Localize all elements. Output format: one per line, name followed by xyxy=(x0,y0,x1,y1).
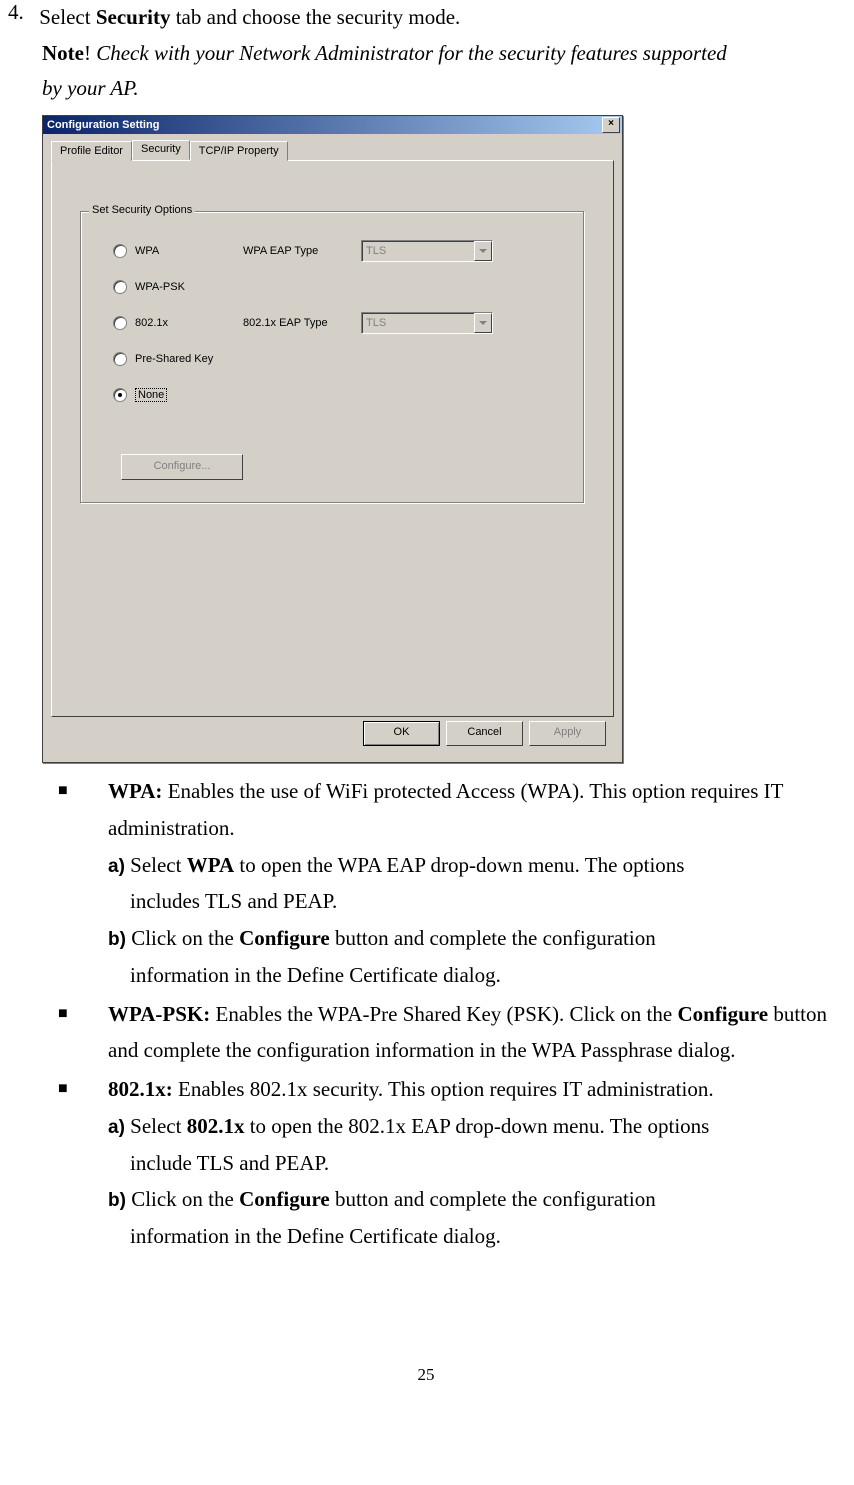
bullet-icon: ■ xyxy=(58,1071,108,1255)
tab-security[interactable]: Security xyxy=(132,140,190,160)
group-title: Set Security Options xyxy=(89,204,195,216)
radio-wpapsk[interactable] xyxy=(113,280,127,294)
cancel-button[interactable]: Cancel xyxy=(446,721,523,746)
radio-none-row[interactable]: None xyxy=(113,388,167,402)
radio-8021x-label: 802.1x xyxy=(135,317,168,329)
radio-none-label: None xyxy=(135,388,167,402)
configure-button: Configure... xyxy=(121,454,243,480)
radio-8021x-row[interactable]: 802.1x xyxy=(113,316,168,330)
radio-wpa[interactable] xyxy=(113,244,127,258)
radio-wpa-row[interactable]: WPA xyxy=(113,244,159,258)
radio-psk-label: Pre-Shared Key xyxy=(135,353,213,365)
wpa-eap-value: TLS xyxy=(362,245,474,257)
tab-panel: Set Security Options WPA WPA EAP Type TL… xyxy=(51,160,614,717)
tab-profile-editor[interactable]: Profile Editor xyxy=(51,141,132,161)
bullet-icon: ■ xyxy=(58,773,108,994)
bullet-8021x: ■ 802.1x: Enables 802.1x security. This … xyxy=(58,1071,844,1255)
wpa-eap-label: WPA EAP Type xyxy=(243,245,318,257)
radio-psk[interactable] xyxy=(113,352,127,366)
step-instruction: Select Security tab and choose the secur… xyxy=(39,0,839,36)
ok-button[interactable]: OK xyxy=(363,721,440,746)
combo-chevron-icon xyxy=(474,313,492,333)
note-line-2: by your AP. xyxy=(42,71,844,107)
bullet-icon: ■ xyxy=(58,996,108,1070)
close-button[interactable]: × xyxy=(602,117,620,133)
radio-8021x[interactable] xyxy=(113,316,127,330)
wpa-eap-combo: TLS xyxy=(361,240,493,262)
configuration-dialog: Configuration Setting × Profile Editor S… xyxy=(42,115,623,763)
radio-wpapsk-row[interactable]: WPA-PSK xyxy=(113,280,185,294)
radio-wpa-label: WPA xyxy=(135,245,159,257)
tab-tcpip[interactable]: TCP/IP Property xyxy=(190,141,288,161)
titlebar: Configuration Setting × xyxy=(43,116,622,134)
note-line-1: Note! Check with your Network Administra… xyxy=(42,36,844,72)
radio-wpapsk-label: WPA-PSK xyxy=(135,281,185,293)
window-title: Configuration Setting xyxy=(47,119,602,131)
bullet-wpa: ■ WPA: Enables the use of WiFi protected… xyxy=(58,773,844,994)
8021x-eap-label: 802.1x EAP Type xyxy=(243,317,328,329)
bullet-wpapsk: ■ WPA-PSK: Enables the WPA-Pre Shared Ke… xyxy=(58,996,844,1070)
security-options-group: Set Security Options WPA WPA EAP Type TL… xyxy=(80,211,584,503)
apply-button: Apply xyxy=(529,721,606,746)
radio-psk-row[interactable]: Pre-Shared Key xyxy=(113,352,213,366)
8021x-eap-value: TLS xyxy=(362,317,474,329)
radio-none[interactable] xyxy=(113,388,127,402)
page-number: 25 xyxy=(8,1365,844,1385)
combo-chevron-icon xyxy=(474,241,492,261)
step-number: 4. xyxy=(8,0,34,25)
8021x-eap-combo: TLS xyxy=(361,312,493,334)
